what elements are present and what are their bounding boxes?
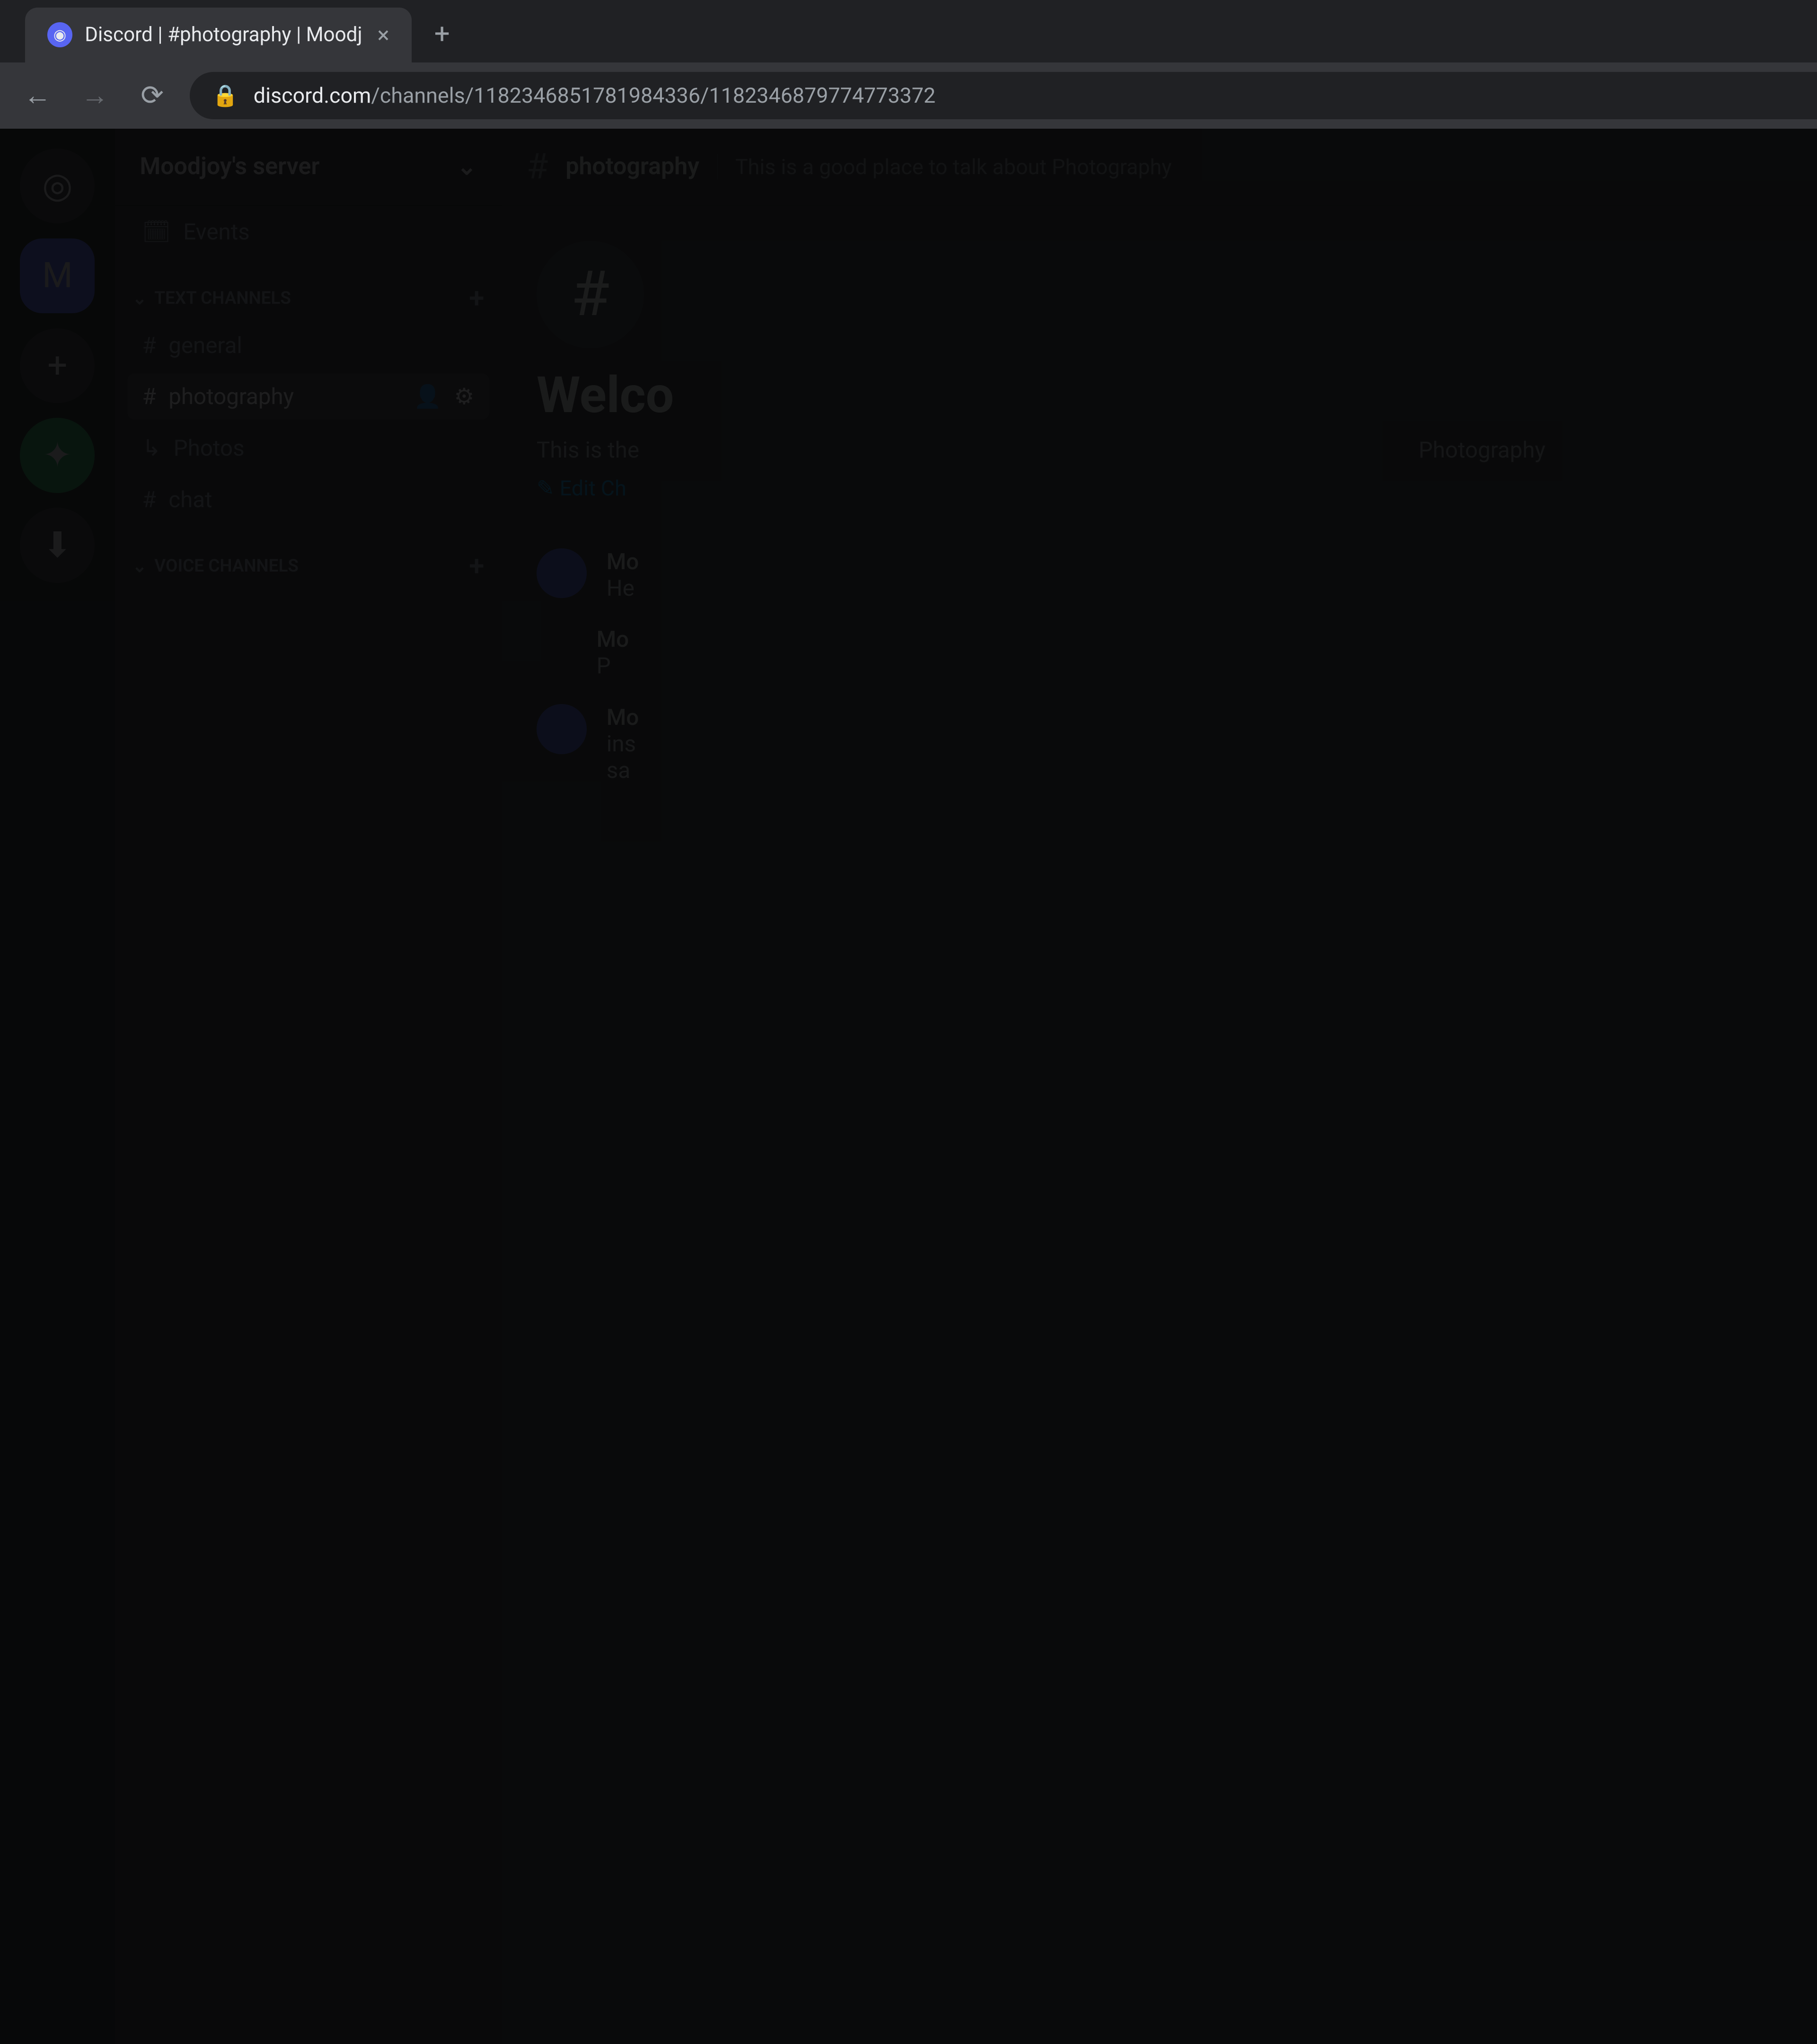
nav-bar: ← → ⟳ 🔒 discord.com/channels/11823468517… — [0, 62, 1817, 129]
lock-icon: 🔒 — [212, 83, 238, 108]
tab-title: Discord | #photography | Moodj — [85, 23, 362, 46]
url-path: /channels/1182346851781984336/1182346879… — [371, 83, 935, 108]
url-bar[interactable]: 🔒 discord.com/channels/11823468517819843… — [190, 72, 1817, 119]
url-host: discord.com — [254, 83, 371, 108]
back-icon[interactable]: ← — [18, 79, 57, 112]
tab-close-icon[interactable]: × — [378, 22, 389, 48]
discord-favicon-icon: ◉ — [47, 22, 72, 47]
new-tab-button[interactable]: + — [434, 18, 450, 50]
browser-chrome: ◉ Discord | #photography | Moodj × + ⌄ —… — [0, 0, 1817, 129]
browser-tab[interactable]: ◉ Discord | #photography | Moodj × — [25, 8, 412, 62]
discord-app: ◎ M + ✦ ⬇ Moodjoy's server ⌄ 🗓 Events ⌄ … — [0, 129, 1817, 2044]
reload-icon[interactable]: ⟳ — [132, 79, 172, 112]
forward-icon[interactable]: → — [75, 79, 115, 112]
tab-bar: ◉ Discord | #photography | Moodj × + ⌄ —… — [0, 0, 1817, 62]
modal-overlay[interactable]: Location Event Info Review What's your e… — [0, 129, 1817, 2044]
